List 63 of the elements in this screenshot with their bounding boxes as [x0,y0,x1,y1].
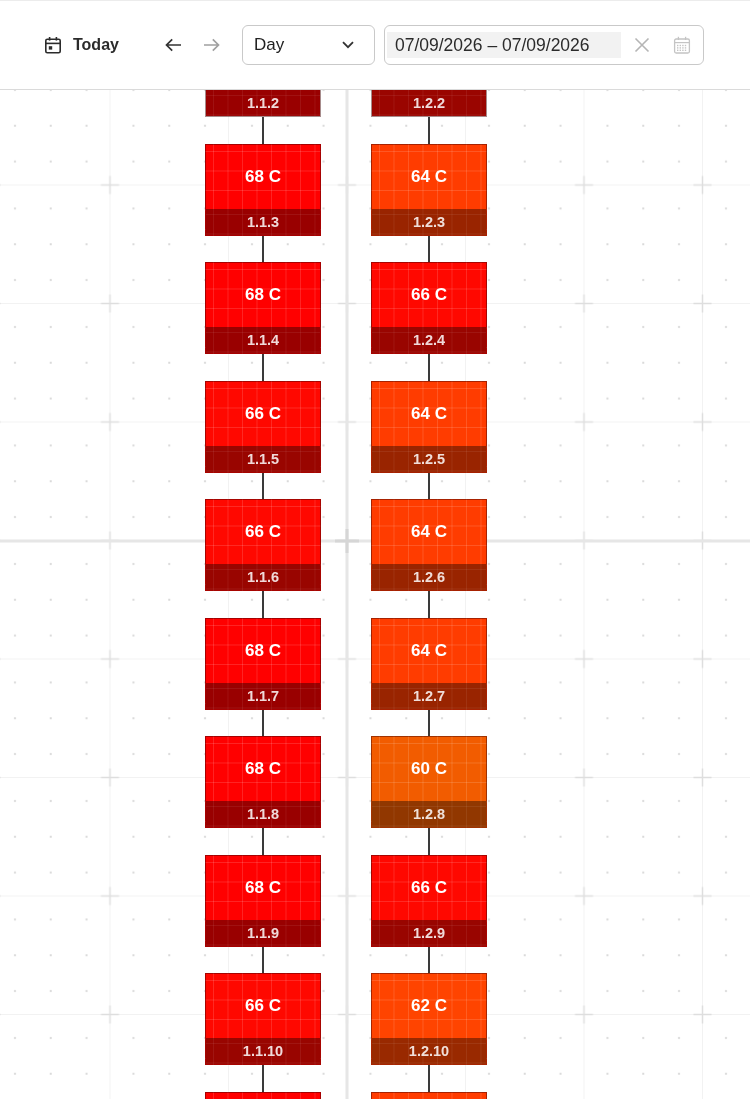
temperature-reading: 66 C [245,522,281,542]
panel-label: 1.1.2 [206,90,320,116]
panel-label: 1.1.9 [206,919,320,946]
panel-label: 1.2.2 [372,90,486,116]
panel-label: 1.2.3 [372,208,486,235]
temperature-reading: 68 C [245,877,281,898]
connector-line [428,709,430,736]
temperature-reading: 68 C [245,285,281,305]
date-range-field[interactable]: 07/09/2026 – 07/09/2026 [383,25,704,65]
connector-line [262,828,264,855]
connector-line [262,235,264,262]
panel-label: 1.1.4 [206,327,320,353]
today-button[interactable]: Today [34,25,129,65]
temperature-reading: 66 C [411,285,447,305]
panel-label: 1.1.3 [206,208,320,235]
chevron-down-icon [341,41,354,49]
temperature-reading: 64 C [411,522,447,542]
date-range-value: 07/09/2026 – 07/09/2026 [386,32,621,58]
connector-line [262,354,264,381]
crosshair-icon [333,527,361,555]
panel-label: 1.1.6 [206,564,320,590]
panel-label: 1.1.8 [206,801,320,827]
panel-label: 1.2.9 [372,919,486,946]
connector-line [428,235,430,262]
temperature-reading: 64 C [411,166,447,187]
temperature-reading: 66 C [245,996,281,1016]
temperature-reading: 68 C [245,759,281,779]
calendar-icon [44,36,62,54]
connector-line [428,1065,430,1092]
connector-line [428,946,430,973]
panel-label: 1.1.10 [206,1038,320,1064]
connector-line [262,591,264,618]
panel-label: 1.2.4 [372,327,486,353]
temperature-reading: 62 C [411,996,447,1016]
connector-line [262,946,264,973]
connector-line [428,591,430,618]
connector-line [428,828,430,855]
calendar-icon[interactable] [672,36,691,54]
connector-line [262,472,264,499]
connector-line [262,709,264,736]
temperature-reading: 68 C [245,166,281,187]
temperature-reading: 64 C [411,640,447,661]
connector-line [262,1065,264,1092]
temperature-reading: 64 C [411,403,447,424]
panel-label: 1.2.7 [372,682,486,709]
panel-label: 1.2.10 [372,1038,486,1064]
connector-line [428,117,430,144]
connector-line [262,117,264,144]
arrow-left-icon [164,37,181,53]
panel-label: 1.2.8 [372,801,486,827]
panel-label: 1.2.5 [372,445,486,472]
panel-label: 1.1.7 [206,682,320,709]
panel-label: 1.2.6 [372,564,486,590]
connector-line [428,354,430,381]
arrow-right-icon [203,37,220,53]
temperature-reading: 68 C [245,640,281,661]
clear-icon[interactable] [633,37,650,53]
temperature-reading: 60 C [411,759,447,779]
view-select[interactable]: Day [241,25,375,65]
connector-line [428,472,430,499]
panel-label: 1.1.5 [206,445,320,472]
temperature-reading: 66 C [411,877,447,898]
temperature-reading: 66 C [245,403,281,424]
